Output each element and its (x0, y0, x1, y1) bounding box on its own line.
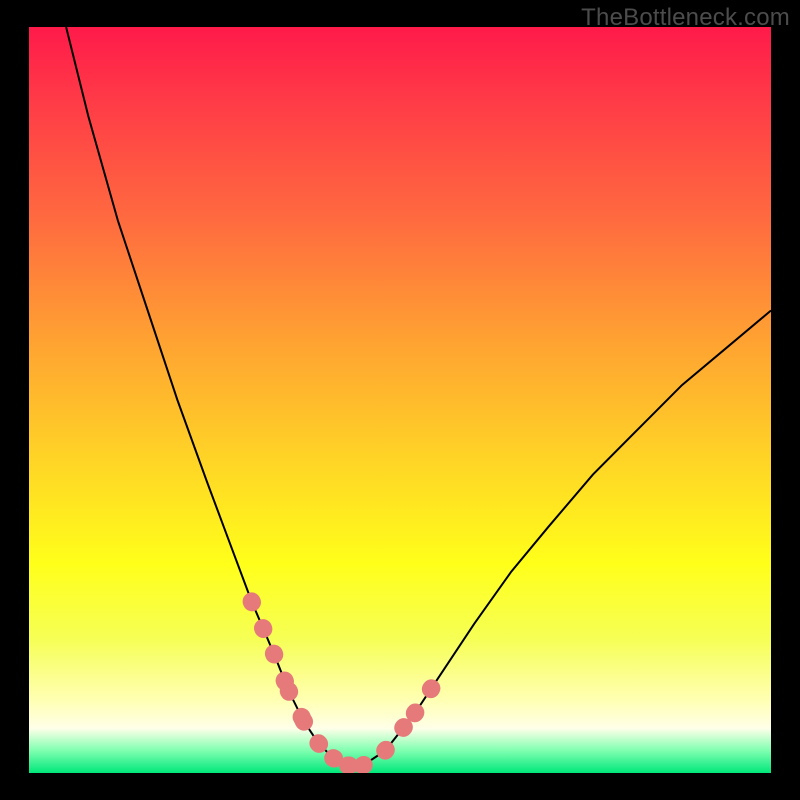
curve-highlight (252, 601, 445, 765)
chart-plot-area (29, 27, 771, 773)
watermark-text: TheBottleneck.com (581, 4, 790, 32)
bottleneck-curve (29, 27, 771, 773)
curve-line (66, 27, 771, 766)
chart-frame: TheBottleneck.com (0, 0, 800, 800)
